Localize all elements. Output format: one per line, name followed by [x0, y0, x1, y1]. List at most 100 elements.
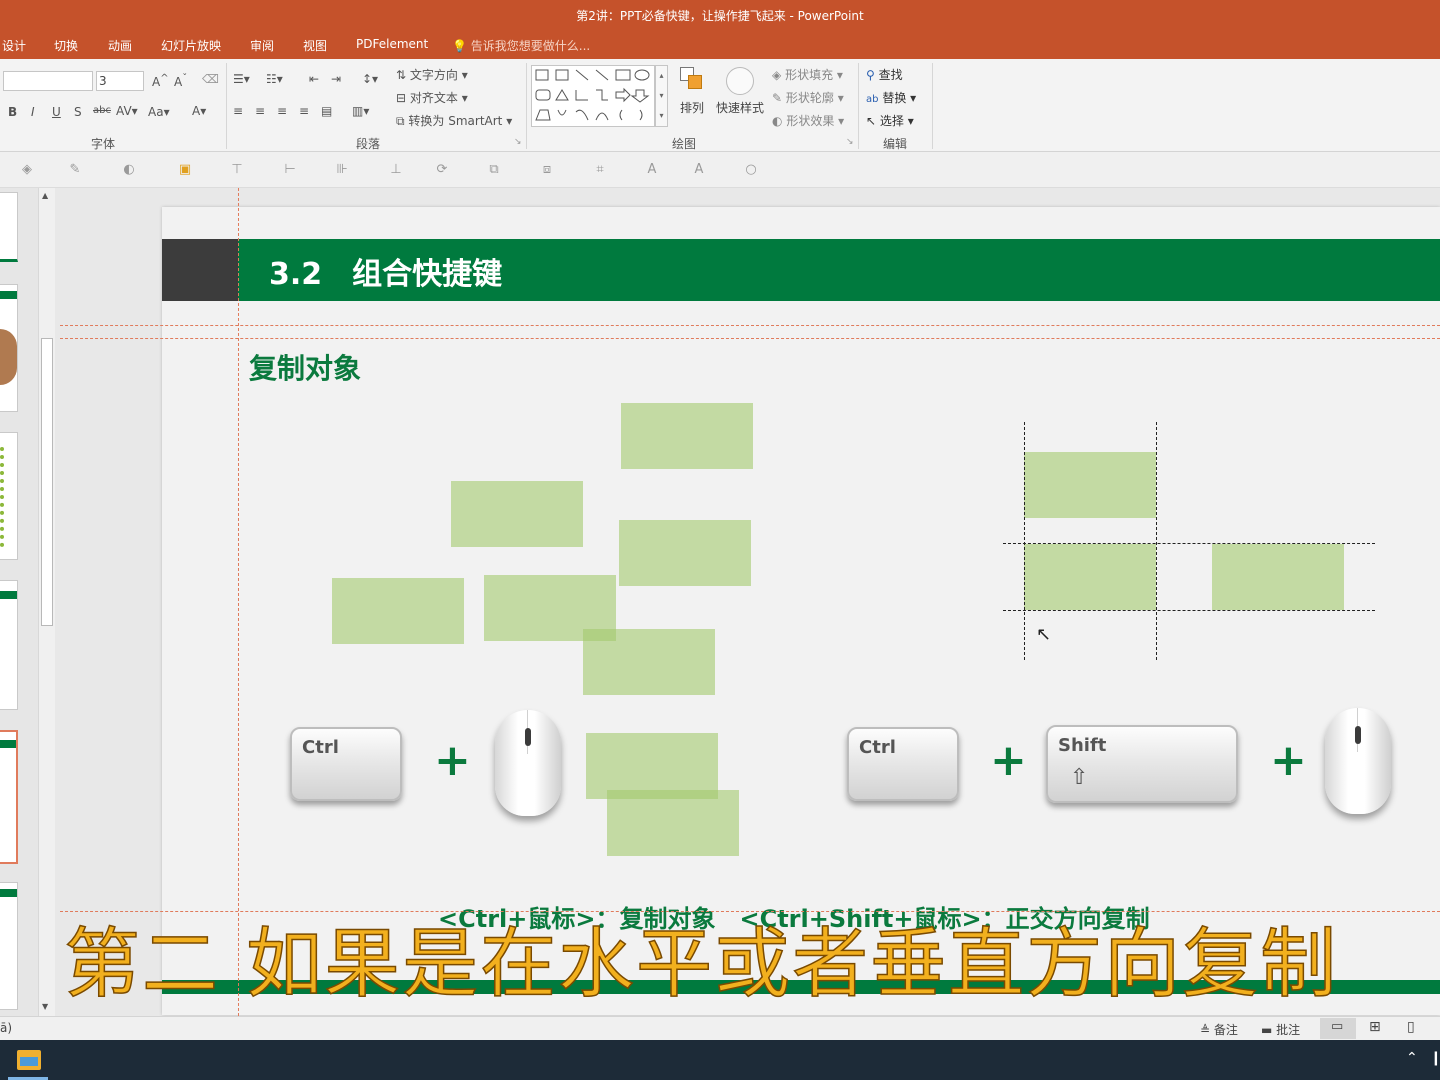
decrease-indent-icon[interactable]: ⇤ [309, 72, 319, 86]
select-label: 选择 [879, 114, 904, 128]
green-box[interactable] [1024, 544, 1156, 610]
normal-view-icon: ▭ [1331, 1019, 1344, 1034]
font-name-box[interactable] [3, 71, 93, 91]
align-text-button[interactable]: ⊟ 对齐文本 ▾ [396, 89, 468, 106]
font-color-icon[interactable]: A▾ [192, 104, 206, 118]
shape-fill-button[interactable]: ◈ 形状填充 ▾ [772, 66, 843, 83]
tab-review[interactable]: 审阅 [250, 37, 274, 54]
slide-thumbnail[interactable] [0, 192, 18, 262]
slide-sorter-icon[interactable]: ⊞ [1369, 1019, 1381, 1035]
slide-thumbnails-pane [0, 188, 38, 1016]
ungroup-icon[interactable]: ⧈ [538, 162, 556, 178]
scroll-thumb[interactable] [41, 338, 53, 626]
green-box[interactable] [332, 578, 464, 644]
tab-pdfelement[interactable]: PDFelement [356, 37, 428, 51]
line-spacing-icon[interactable]: ↕▾ [362, 72, 378, 86]
distribute-icon[interactable]: ▤ [321, 104, 332, 118]
tell-me-box[interactable]: 💡 告诉我您想要做什么... [452, 37, 590, 54]
shapes-gallery[interactable] [531, 65, 655, 127]
thumbnails-scrollbar[interactable]: ▲ ▼ [38, 188, 55, 1016]
outline-icon[interactable]: ✎ [66, 162, 84, 178]
effects-icon[interactable]: ◐ [120, 162, 138, 178]
chevron-up-icon[interactable]: ⌃ [1406, 1050, 1418, 1066]
columns-icon[interactable]: ▥▾ [352, 104, 369, 118]
slide-thumbnail-selected[interactable] [0, 730, 18, 864]
file-explorer-icon[interactable] [17, 1050, 41, 1070]
increase-indent-icon[interactable]: ⇥ [331, 72, 341, 86]
numbering-icon[interactable]: ☷▾ [266, 72, 283, 86]
group-icon[interactable]: ⧉ [485, 162, 503, 178]
rotate-icon[interactable]: ⟳ [433, 162, 451, 178]
font-size-box[interactable]: 3 [96, 71, 144, 91]
drawing-launcher-icon[interactable]: ↘ [846, 137, 854, 147]
select-button[interactable]: ↖ 选择 ▾ [866, 112, 914, 129]
bullets-icon[interactable]: ☰▾ [233, 72, 250, 86]
crop-icon[interactable]: ⌗ [591, 162, 609, 178]
slide-thumbnail[interactable] [0, 432, 18, 560]
slide-thumbnail[interactable] [0, 580, 18, 710]
green-box[interactable] [621, 403, 753, 469]
shape-effects-button[interactable]: ◐ 形状效果 ▾ [772, 112, 844, 129]
replace-button[interactable]: ab 替换 ▾ [866, 89, 916, 106]
green-box[interactable] [451, 481, 583, 547]
align-right-icon[interactable]: ≡ [277, 104, 287, 118]
strikethrough-icon[interactable]: abc [93, 105, 111, 116]
tab-transitions[interactable]: 切换 [54, 37, 78, 54]
tab-design[interactable]: 设计 [2, 37, 26, 54]
align-text-icon: ⊟ [396, 91, 407, 105]
paste-format-icon[interactable]: ▣ [176, 162, 194, 178]
guide-dash-vertical [1156, 422, 1157, 660]
scroll-up-icon[interactable]: ▲ [42, 191, 48, 200]
tab-view[interactable]: 视图 [303, 37, 327, 54]
underline-icon[interactable]: U [52, 105, 61, 119]
replace-label: 替换 [882, 91, 907, 105]
normal-view-button[interactable]: ▭ [1320, 1018, 1356, 1039]
reading-view-icon[interactable]: ▯ [1407, 1019, 1415, 1035]
green-box[interactable] [607, 790, 739, 856]
paragraph-launcher-icon[interactable]: ↘ [514, 137, 522, 147]
quick-styles-button[interactable]: 快速样式 [716, 99, 764, 116]
convert-smartart-button[interactable]: ⧉ 转换为 SmartArt ▾ [396, 112, 512, 129]
clear-format-icon[interactable]: ⌫ [202, 72, 219, 86]
italic-icon[interactable]: I [31, 105, 35, 119]
slide-thumbnail[interactable] [0, 882, 18, 1010]
arrange-button[interactable]: 排列 [680, 99, 704, 116]
slide-canvas[interactable]: 3.2 组合快捷键 复制对象 ↖ Ctrl + Ctrl + Shift ⇧ +… [162, 207, 1440, 1015]
bold-icon[interactable]: B [8, 105, 17, 119]
find-button[interactable]: ⚲ 查找 [866, 66, 903, 83]
align-middle-icon[interactable]: ⊢ [281, 162, 299, 178]
slide-thumbnail[interactable] [0, 284, 18, 412]
microphone-icon[interactable]: ❙ [1430, 1050, 1440, 1066]
tab-animations[interactable]: 动画 [108, 37, 132, 54]
scroll-down-icon[interactable]: ▼ [42, 1002, 48, 1011]
green-box[interactable] [619, 520, 751, 586]
distribute-horizontal-icon[interactable]: ⊪ [333, 162, 351, 178]
fill-icon[interactable]: ◈ [18, 162, 36, 178]
change-case-icon[interactable]: Aa▾ [148, 105, 170, 119]
align-bottom-icon[interactable]: ⊥ [387, 162, 405, 178]
text-effects-icon[interactable]: A [690, 162, 708, 178]
green-box[interactable] [583, 629, 715, 695]
circle-icon[interactable]: ○ [742, 162, 760, 178]
shrink-font-icon[interactable]: Aˇ [174, 73, 187, 89]
align-top-icon[interactable]: ⊤ [228, 162, 246, 178]
tab-slideshow[interactable]: 幻灯片放映 [161, 37, 221, 54]
text-icon[interactable]: A [643, 162, 661, 178]
notes-button[interactable]: ≜ 备注 [1200, 1021, 1238, 1038]
align-left-icon[interactable]: ≡ [233, 104, 243, 118]
align-center-icon[interactable]: ≡ [255, 104, 265, 118]
green-box[interactable] [1024, 452, 1156, 518]
green-box[interactable] [1212, 544, 1344, 610]
shapes-gallery-scroll[interactable]: ▴ ▾ ▾ [655, 65, 668, 127]
plus-sign: + [434, 735, 471, 786]
shape-outline-button[interactable]: ✎ 形状轮廓 ▾ [772, 89, 844, 106]
char-spacing-icon[interactable]: AV▾ [116, 104, 138, 118]
paint-bucket-icon: ◈ [772, 68, 782, 82]
find-label: 查找 [878, 68, 903, 82]
justify-icon[interactable]: ≡ [299, 104, 309, 118]
text-direction-button[interactable]: ⇅ 文字方向 ▾ [396, 66, 468, 83]
mouse-icon [495, 710, 561, 816]
grow-font-icon[interactable]: A^ [152, 73, 169, 89]
shadow-icon[interactable]: S [74, 105, 82, 119]
comments-button[interactable]: ▬ 批注 [1261, 1021, 1300, 1038]
